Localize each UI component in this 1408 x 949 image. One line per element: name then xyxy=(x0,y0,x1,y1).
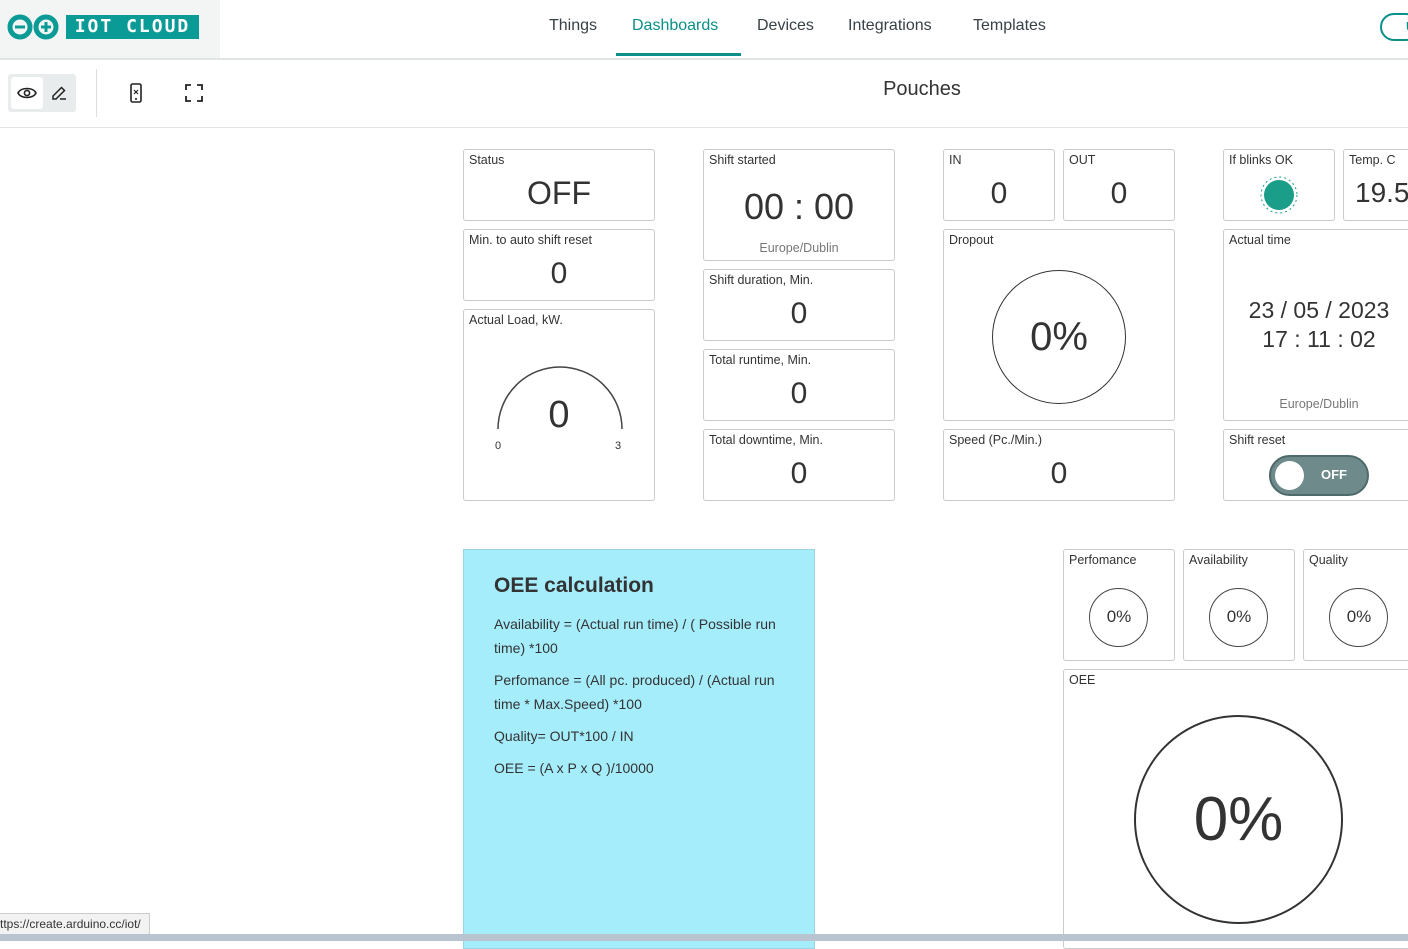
oee-value: 0% xyxy=(1193,785,1284,854)
note-line-availability: Availability = (Actual run time) / ( Pos… xyxy=(494,616,776,656)
os-taskbar xyxy=(0,934,1408,941)
top-navigation-bar: IOT CLOUD Things Dashboards Devices Inte… xyxy=(0,0,1408,60)
widget-label: If blinks OK xyxy=(1229,153,1293,167)
arduino-logo-icon xyxy=(7,14,59,40)
widget-label: Shift started xyxy=(709,153,776,167)
nav-dashboards[interactable]: Dashboards xyxy=(632,17,718,35)
auto-reset-value: 0 xyxy=(550,257,568,290)
nav-templates[interactable]: Templates xyxy=(973,17,1046,35)
dashboard-title: Pouches xyxy=(883,78,961,100)
total-downtime-widget[interactable]: Total downtime, Min. 0 xyxy=(703,429,895,501)
logo-area[interactable]: IOT CLOUD xyxy=(0,0,220,58)
shift-started-time: 00 : 00 xyxy=(743,186,855,227)
timezone-label: Europe/Dublin xyxy=(759,241,839,255)
timezone-label: Europe/Dublin xyxy=(1279,397,1359,411)
temperature-widget[interactable]: Temp. C 19.5 xyxy=(1343,149,1408,221)
note-line-performance: Perfomance = (All pc. produced) / (Actua… xyxy=(494,672,775,712)
eye-icon xyxy=(17,87,37,99)
browser-status-url: ttps://create.arduino.cc/iot/ xyxy=(0,913,150,936)
shift-reset-widget: Shift reset OFF xyxy=(1223,429,1408,501)
dashboard-toolbar: Pouches xyxy=(0,60,1408,128)
nav-integrations[interactable]: Integrations xyxy=(848,17,932,35)
shift-started-widget[interactable]: Shift started 00 : 00 Europe/Dublin xyxy=(703,149,895,261)
actual-date: 23 / 05 / 2023 xyxy=(1248,297,1390,323)
speed-value: 0 xyxy=(1050,457,1068,490)
widget-label: Actual Load, kW. xyxy=(469,313,563,327)
availability-widget[interactable]: Availability 0% xyxy=(1183,549,1295,661)
oee-widget[interactable]: OEE 0% xyxy=(1063,669,1408,949)
widget-label: Speed (Pc./Min.) xyxy=(949,433,1043,447)
widget-label: Shift duration, Min. xyxy=(709,273,814,287)
nav-things[interactable]: Things xyxy=(549,17,597,35)
toggle-knob xyxy=(1275,461,1304,490)
nav-devices[interactable]: Devices xyxy=(757,17,814,35)
total-runtime-widget[interactable]: Total runtime, Min. 0 xyxy=(703,349,895,421)
shift-reset-toggle[interactable]: OFF xyxy=(1269,455,1369,496)
widget-label: Status xyxy=(469,153,505,167)
active-tab-indicator xyxy=(616,53,741,56)
in-counter-widget[interactable]: IN 0 xyxy=(943,149,1055,221)
widget-label: OEE xyxy=(1069,673,1096,687)
widget-label: Min. to auto shift reset xyxy=(469,233,592,247)
status-value: OFF xyxy=(527,175,591,211)
widget-label: Perfomance xyxy=(1069,553,1137,567)
pencil-icon xyxy=(52,86,66,100)
widget-label: OUT xyxy=(1069,153,1096,167)
widget-label: Total downtime, Min. xyxy=(709,433,823,447)
widget-label: Dropout xyxy=(949,233,994,247)
widget-label: Quality xyxy=(1309,553,1348,567)
actual-time-widget[interactable]: Actual time 23 / 05 / 2023 17 : 11 : 02 … xyxy=(1223,229,1408,421)
note-line-oee: OEE = (A x P x Q )/10000 xyxy=(494,760,654,776)
oee-calculation-note[interactable]: OEE calculation Availability = (Actual r… xyxy=(463,549,815,949)
total-downtime-value: 0 xyxy=(790,457,808,490)
fullscreen-icon xyxy=(185,84,203,102)
performance-widget[interactable]: Perfomance 0% xyxy=(1063,549,1175,661)
actual-clock: 17 : 11 : 02 xyxy=(1262,326,1376,352)
auto-reset-widget[interactable]: Min. to auto shift reset 0 xyxy=(463,229,655,301)
widget-label: Total runtime, Min. xyxy=(709,353,812,367)
out-counter-widget[interactable]: OUT 0 xyxy=(1063,149,1175,221)
toggle-state-label: OFF xyxy=(1321,467,1347,482)
availability-value: 0% xyxy=(1226,607,1252,626)
status-widget[interactable]: Status OFF xyxy=(463,149,655,221)
gauge-max-label: 3 xyxy=(615,440,622,452)
logo-text: IOT CLOUD xyxy=(66,15,199,39)
upgrade-button[interactable]: U xyxy=(1380,13,1408,41)
out-value: 0 xyxy=(1110,177,1128,210)
speed-widget[interactable]: Speed (Pc./Min.) 0 xyxy=(943,429,1175,501)
mobile-icon xyxy=(130,83,142,103)
quality-widget[interactable]: Quality 0% xyxy=(1303,549,1408,661)
widget-label: Availability xyxy=(1189,553,1248,567)
shift-duration-value: 0 xyxy=(790,297,808,330)
edit-mode-button[interactable] xyxy=(43,77,75,109)
view-mode-button[interactable] xyxy=(11,77,43,109)
fullscreen-button[interactable] xyxy=(182,81,206,105)
blink-led-widget[interactable]: If blinks OK xyxy=(1223,149,1335,221)
actual-load-gauge-widget[interactable]: Actual Load, kW. 0 0 3 xyxy=(463,309,655,501)
widget-label: Actual time xyxy=(1229,233,1291,247)
note-title: OEE calculation xyxy=(494,574,654,597)
mobile-view-button[interactable] xyxy=(124,81,148,105)
total-runtime-value: 0 xyxy=(790,377,808,410)
widget-label: IN xyxy=(949,153,962,167)
mode-toggle-group xyxy=(8,74,76,112)
in-value: 0 xyxy=(990,177,1008,210)
shift-duration-widget[interactable]: Shift duration, Min. 0 xyxy=(703,269,895,341)
temperature-value: 19.5 xyxy=(1355,177,1408,208)
note-line-quality: Quality= OUT*100 / IN xyxy=(494,728,634,744)
led-indicator-icon xyxy=(1260,176,1298,214)
performance-value: 0% xyxy=(1106,607,1132,626)
gauge-min-label: 0 xyxy=(495,440,502,452)
dropout-value: 0% xyxy=(1030,315,1088,359)
quality-value: 0% xyxy=(1346,607,1372,626)
gauge-value: 0 xyxy=(548,394,570,436)
toolbar-divider xyxy=(96,69,97,117)
widget-label: Shift reset xyxy=(1229,433,1286,447)
widget-label: Temp. C xyxy=(1349,153,1396,167)
dropout-percentage-widget[interactable]: Dropout 0% xyxy=(943,229,1175,421)
